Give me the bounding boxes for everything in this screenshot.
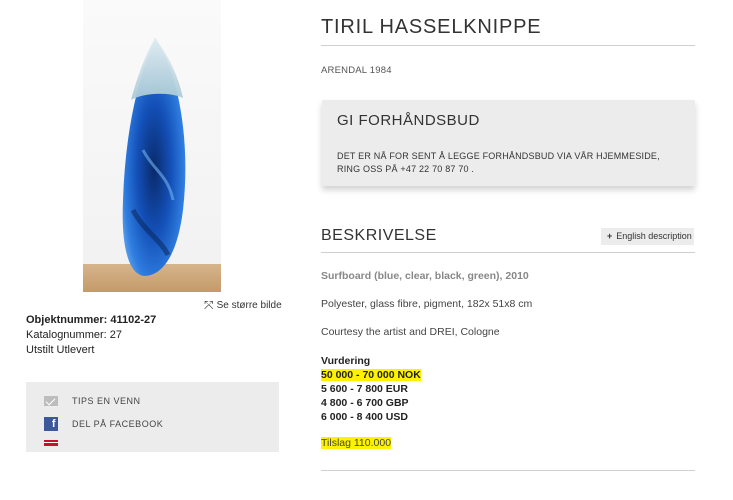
artwork-image[interactable] <box>83 0 221 292</box>
mail-icon <box>44 396 58 406</box>
bid-notice: DET ER NÅ FOR SENT Å LEGGE FORHÅNDSBUD V… <box>337 151 660 174</box>
valuation: Vurdering 50 000 - 70 000 NOK 5 600 - 7 … <box>321 354 421 424</box>
catalog-number: Katalognummer: 27 <box>26 329 122 341</box>
divider <box>321 45 695 46</box>
valuation-usd: 6 000 - 8 400 USD <box>321 411 408 423</box>
enlarge-image-label: Se større bilde <box>216 299 282 311</box>
object-number: Objektnummer: 41102-27 <box>26 314 157 326</box>
left-column: ⤧ Se større bilde Objektnummer: 41102-27… <box>26 0 286 500</box>
tip-friend-link[interactable]: TIPS EN VENN <box>44 396 141 406</box>
tip-friend-label: TIPS EN VENN <box>72 396 141 406</box>
hammer-price: Tilslag 110.000 <box>321 437 392 449</box>
share-panel: TIPS EN VENN f DEL PÅ FACEBOOK <box>26 382 279 452</box>
english-description-label: English description <box>616 231 692 241</box>
description-heading: BESKRIVELSE <box>321 227 437 244</box>
plus-icon: + <box>607 231 613 241</box>
enlarge-image-link[interactable]: ⤧ Se større bilde <box>204 299 282 311</box>
share-facebook-label: DEL PÅ FACEBOOK <box>72 419 164 429</box>
expand-icon: ⤧ <box>204 298 214 312</box>
divider <box>321 252 695 253</box>
flag-icon <box>44 440 58 446</box>
divider <box>321 470 695 471</box>
bid-title: GI FORHÅNDSBUD <box>337 112 480 129</box>
valuation-nok: 50 000 - 70 000 NOK <box>321 369 421 381</box>
share-facebook-link[interactable]: f DEL PÅ FACEBOOK <box>44 417 163 431</box>
bid-panel: GI FORHÅNDSBUD DET ER NÅ FOR SENT Å LEGG… <box>322 100 695 186</box>
valuation-gbp: 4 800 - 6 700 GBP <box>321 397 409 409</box>
valuation-eur: 5 600 - 7 800 EUR <box>321 383 408 395</box>
work-courtesy: Courtesy the artist and DREI, Cologne <box>321 326 500 338</box>
artist-birth: ARENDAL 1984 <box>321 65 392 76</box>
artist-name: TIRIL HASSELKNIPPE <box>321 16 542 38</box>
valuation-label: Vurdering <box>321 355 371 367</box>
facebook-icon: f <box>44 417 58 431</box>
work-title: Surfboard (blue, clear, black, green), 2… <box>321 270 529 282</box>
exhibit-status: Utstilt Utlevert <box>26 344 95 356</box>
object-meta: Objektnummer: 41102-27 Katalognummer: 27… <box>26 313 156 358</box>
english-description-button[interactable]: + English description <box>601 228 694 245</box>
work-material: Polyester, glass fibre, pigment, 182x 51… <box>321 298 533 310</box>
